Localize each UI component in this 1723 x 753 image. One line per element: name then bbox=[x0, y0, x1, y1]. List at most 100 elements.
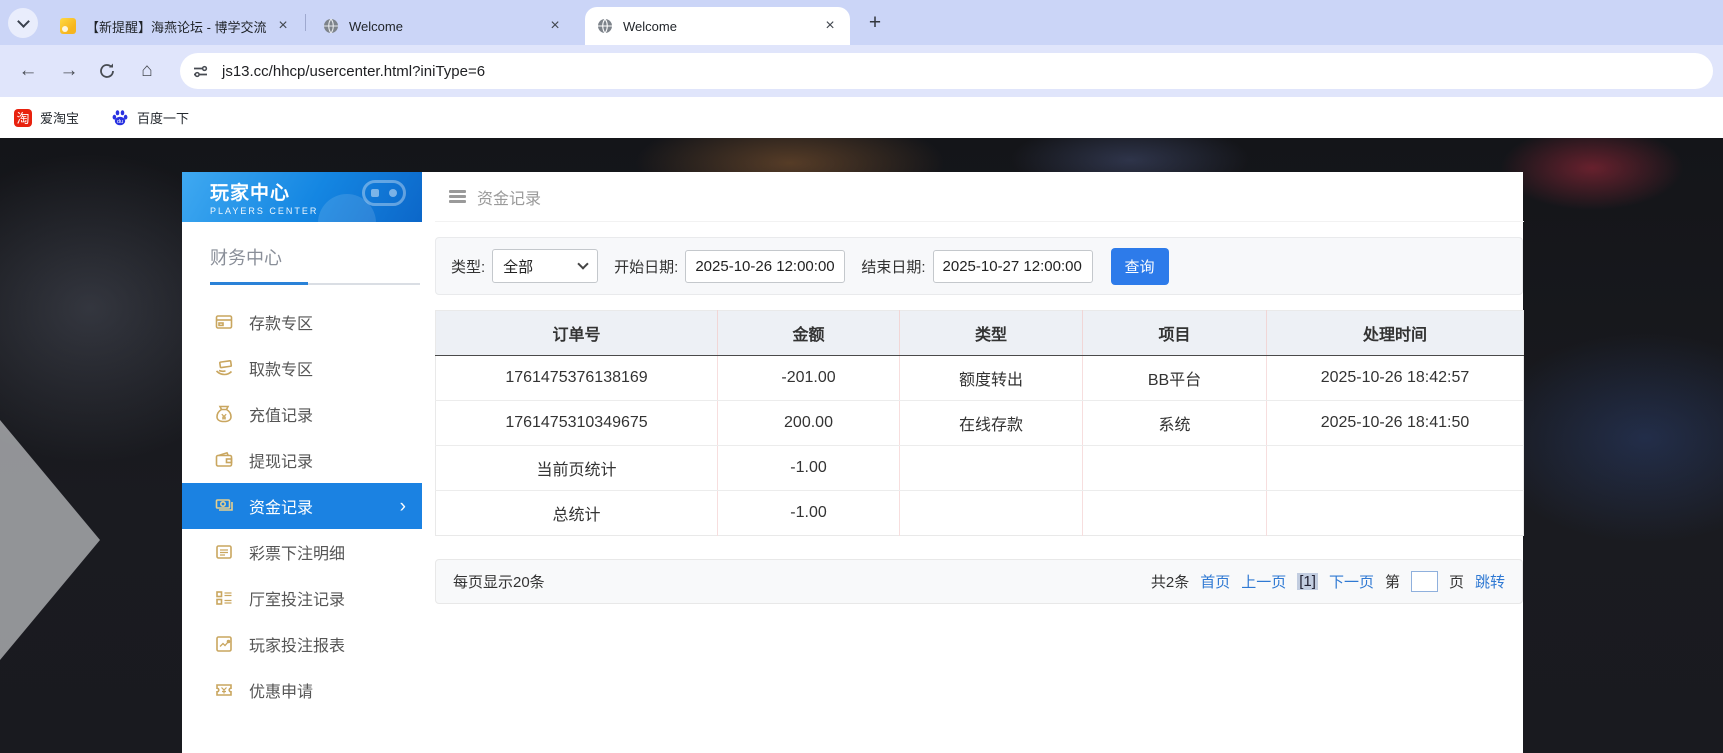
main-content: 资金记录 类型: 全部 开始日期: 结束日期: 查询 bbox=[422, 172, 1524, 753]
sidebar-item-label: 取款专区 bbox=[249, 356, 313, 380]
gamepad-icon bbox=[362, 180, 406, 206]
section-title: 财务中心 bbox=[210, 244, 422, 270]
menu-icon[interactable] bbox=[449, 190, 466, 203]
end-date-label: 结束日期: bbox=[861, 256, 925, 277]
reload-icon[interactable] bbox=[98, 62, 116, 80]
money-bag-icon bbox=[215, 405, 233, 423]
sidebar-subtitle: PLAYERS CENTER bbox=[210, 206, 422, 216]
end-date-input[interactable] bbox=[933, 250, 1093, 283]
sidebar-item-recharge-records[interactable]: 充值记录 bbox=[182, 391, 422, 437]
type-label: 类型: bbox=[451, 256, 485, 277]
tab-search-button[interactable] bbox=[8, 8, 38, 38]
bookmark-baidu[interactable]: du 百度一下 bbox=[111, 108, 189, 127]
page-jump-input[interactable] bbox=[1411, 571, 1438, 592]
col-type: 类型 bbox=[900, 311, 1083, 356]
tab-title: Welcome bbox=[623, 19, 814, 34]
bookmark-taobao[interactable]: 淘 爱淘宝 bbox=[14, 108, 79, 127]
deposit-card-icon bbox=[215, 313, 233, 331]
taobao-icon: 淘 bbox=[14, 109, 32, 127]
tab-title: 【新提醒】海燕论坛 - 博学交流 bbox=[86, 17, 267, 36]
type-select-value: 全部 bbox=[503, 256, 533, 277]
col-amount: 金额 bbox=[718, 311, 900, 356]
cell-label: 当前页统计 bbox=[436, 446, 718, 491]
sidebar-item-label: 玩家投注报表 bbox=[249, 632, 345, 656]
sidebar-item-player-bet-report[interactable]: 玩家投注报表 bbox=[182, 621, 422, 667]
content-header: 资金记录 bbox=[435, 172, 1524, 222]
jump-link[interactable]: 跳转 bbox=[1475, 571, 1505, 592]
baidu-paw-icon: du bbox=[111, 109, 129, 127]
address-bar[interactable]: js13.cc/hhcp/usercenter.html?iniType=6 bbox=[180, 53, 1713, 89]
withdraw-hand-icon bbox=[215, 359, 233, 377]
globe-icon bbox=[597, 18, 613, 34]
tab-strip: 【新提醒】海燕论坛 - 博学交流 × Welcome × Welcome × + bbox=[0, 0, 1723, 45]
cell-amount: -1.00 bbox=[718, 491, 900, 536]
new-tab-button[interactable]: + bbox=[862, 10, 888, 36]
cell-amount: -201.00 bbox=[718, 356, 900, 401]
tab-welcome-active[interactable]: Welcome × bbox=[585, 7, 850, 45]
wallet-icon bbox=[215, 451, 233, 469]
sidebar-item-withdraw-zone[interactable]: 取款专区 bbox=[182, 345, 422, 391]
forward-icon[interactable]: → bbox=[56, 60, 82, 82]
cell-order-id: 1761475376138169 bbox=[436, 356, 718, 401]
sidebar-item-lottery-bet-details[interactable]: 彩票下注明细 bbox=[182, 529, 422, 575]
sidebar-item-label: 厅室投注记录 bbox=[249, 586, 345, 610]
next-page-link[interactable]: 下一页 bbox=[1329, 571, 1374, 592]
tab-haiyan-forum[interactable]: 【新提醒】海燕论坛 - 博学交流 × bbox=[48, 7, 303, 45]
home-icon[interactable]: ⌂ bbox=[134, 60, 160, 82]
player-center-card: 玩家中心 PLAYERS CENTER 财务中心 存款专区 取款专区 bbox=[182, 172, 1523, 753]
sidebar: 玩家中心 PLAYERS CENTER 财务中心 存款专区 取款专区 bbox=[182, 172, 422, 753]
cell-label: 总统计 bbox=[436, 491, 718, 536]
close-icon[interactable]: × bbox=[545, 16, 565, 36]
sidebar-item-deposit-zone[interactable]: 存款专区 bbox=[182, 299, 422, 345]
yellow-site-favicon bbox=[60, 18, 76, 34]
start-date-input[interactable] bbox=[685, 250, 845, 283]
table-row-page-total: 当前页统计 -1.00 bbox=[436, 446, 1524, 491]
section-underline bbox=[210, 283, 420, 285]
fund-records-table: 订单号 金额 类型 项目 处理时间 1761475376138169 -201.… bbox=[435, 310, 1524, 536]
table-row: 1761475310349675 200.00 在线存款 系统 2025-10-… bbox=[436, 401, 1524, 446]
svg-text:du: du bbox=[117, 119, 123, 125]
tab-welcome-1[interactable]: Welcome × bbox=[311, 7, 575, 45]
jump-suffix-text: 页 bbox=[1449, 571, 1464, 592]
cell-time: 2025-10-26 18:41:50 bbox=[1267, 401, 1524, 446]
cell-amount: -1.00 bbox=[718, 446, 900, 491]
coupon-icon bbox=[215, 681, 233, 699]
current-page-indicator: [1] bbox=[1297, 573, 1318, 590]
close-icon[interactable]: × bbox=[273, 16, 293, 36]
cell-time: 2025-10-26 18:42:57 bbox=[1267, 356, 1524, 401]
cell-order-id: 1761475310349675 bbox=[436, 401, 718, 446]
sidebar-item-promo-apply[interactable]: 优惠申请 bbox=[182, 667, 422, 713]
page-size-text: 每页显示20条 bbox=[453, 571, 545, 592]
jump-prefix-text: 第 bbox=[1385, 571, 1400, 592]
filter-bar: 类型: 全部 开始日期: 结束日期: 查询 bbox=[435, 237, 1523, 295]
col-item: 项目 bbox=[1083, 311, 1267, 356]
sidebar-item-fund-records[interactable]: 资金记录 › bbox=[182, 483, 422, 529]
sidebar-item-label: 彩票下注明细 bbox=[249, 540, 345, 564]
url-text[interactable]: js13.cc/hhcp/usercenter.html?iniType=6 bbox=[222, 63, 485, 80]
sidebar-item-withdrawal-records[interactable]: 提现记录 bbox=[182, 437, 422, 483]
page-title: 资金记录 bbox=[477, 185, 541, 209]
first-page-link[interactable]: 首页 bbox=[1200, 571, 1230, 592]
back-icon[interactable]: ← bbox=[15, 60, 41, 82]
browser-toolbar: ← → ⌂ js13.cc/hhcp/usercenter.html?iniTy… bbox=[0, 45, 1723, 97]
cash-notes-icon bbox=[215, 497, 233, 515]
query-button[interactable]: 查询 bbox=[1111, 248, 1169, 285]
bookmark-label: 百度一下 bbox=[137, 108, 189, 127]
cell-item: BB平台 bbox=[1083, 356, 1267, 401]
sidebar-item-label: 资金记录 bbox=[249, 494, 313, 518]
prev-page-link[interactable]: 上一页 bbox=[1241, 571, 1286, 592]
col-order-id: 订单号 bbox=[436, 311, 718, 356]
bookmarks-bar: 淘 爱淘宝 du 百度一下 bbox=[0, 97, 1723, 138]
table-header-row: 订单号 金额 类型 项目 处理时间 bbox=[436, 311, 1524, 356]
type-select[interactable]: 全部 bbox=[492, 249, 598, 283]
sidebar-item-hall-bet-records[interactable]: 厅室投注记录 bbox=[182, 575, 422, 621]
cell-item: 系统 bbox=[1083, 401, 1267, 446]
chart-report-icon bbox=[215, 635, 233, 653]
sidebar-item-label: 优惠申请 bbox=[249, 678, 313, 702]
site-settings-icon[interactable] bbox=[186, 57, 214, 85]
close-icon[interactable]: × bbox=[820, 16, 840, 36]
background-triangle-decor bbox=[0, 420, 100, 660]
sidebar-item-label: 提现记录 bbox=[249, 448, 313, 472]
cell-type: 额度转出 bbox=[900, 356, 1083, 401]
tab-separator bbox=[305, 14, 306, 31]
